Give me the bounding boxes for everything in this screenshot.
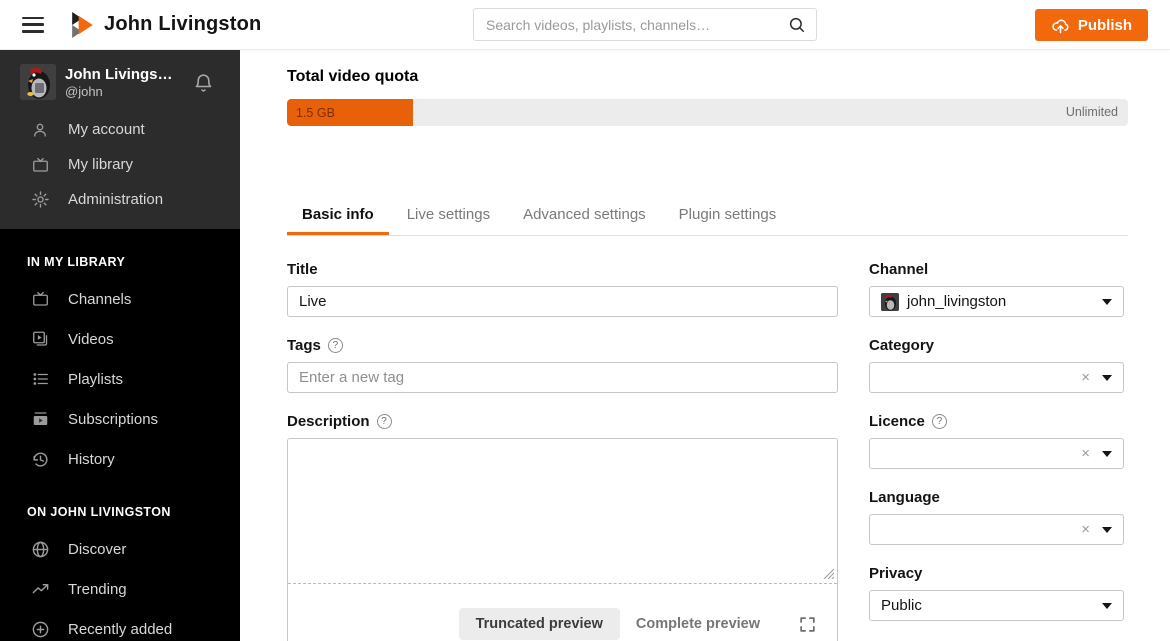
tags-label: Tags ?: [287, 337, 838, 354]
title-label: Title: [287, 261, 318, 278]
description-editor: Truncated preview Complete preview: [287, 438, 838, 641]
trending-icon: [30, 579, 50, 599]
category-label: Category: [869, 337, 935, 354]
history-icon: [30, 449, 50, 469]
preview-bar: Truncated preview Complete preview: [288, 584, 837, 640]
sidebar-item-my-library[interactable]: My library: [0, 147, 240, 182]
sidebar-item-trending[interactable]: Trending: [0, 569, 240, 609]
search-input[interactable]: [474, 16, 788, 33]
category-select[interactable]: ×: [869, 362, 1124, 393]
sidebar-item-my-account[interactable]: My account: [0, 112, 240, 147]
main-content: Total video quota 1.5 GB Unlimited Basic…: [240, 50, 1170, 641]
quota-used-label: 1.5 GB: [296, 105, 335, 120]
quota-title: Total video quota: [287, 68, 419, 85]
avatar[interactable]: [20, 64, 56, 100]
chevron-down-icon: [1102, 298, 1112, 305]
chevron-down-icon: [1102, 450, 1112, 457]
title-input[interactable]: [287, 286, 838, 317]
search-bar: [473, 8, 817, 41]
tv-icon: [30, 155, 50, 175]
sidebar-item-administration[interactable]: Administration: [0, 182, 240, 217]
sidebar-item-history[interactable]: History: [0, 439, 240, 479]
resize-handle[interactable]: [822, 567, 834, 579]
user-handle: @john: [65, 83, 103, 99]
clear-icon[interactable]: ×: [1081, 446, 1090, 461]
complete-preview-button[interactable]: Complete preview: [634, 608, 762, 640]
channel-select[interactable]: john_livingston: [869, 286, 1124, 317]
language-select[interactable]: ×: [869, 514, 1124, 545]
chevron-down-icon: [1102, 526, 1112, 533]
basic-info-form: Title Tags ? Description ?: [287, 261, 1128, 641]
user-display-name: John Livings…: [65, 65, 173, 83]
menu-icon[interactable]: [22, 16, 44, 33]
channel-avatar: [881, 292, 899, 311]
tab-plugin-settings[interactable]: Plugin settings: [664, 200, 792, 235]
section-title: IN MY LIBRARY: [27, 255, 126, 269]
sidebar-item-subscriptions[interactable]: Subscriptions: [0, 399, 240, 439]
chevron-down-icon: [1102, 602, 1112, 609]
user-icon: [30, 120, 50, 140]
sidebar-item-playlists[interactable]: Playlists: [0, 359, 240, 399]
description-label: Description ?: [287, 413, 838, 430]
quota-progress-bar: 1.5 GB Unlimited: [287, 99, 1128, 126]
truncated-preview-button[interactable]: Truncated preview: [458, 608, 620, 640]
search-icon[interactable]: [788, 16, 816, 34]
globe-icon: [30, 539, 50, 559]
upload-icon: [1051, 17, 1070, 34]
channel-value: john_livingston: [907, 293, 1007, 310]
plus-circle-icon: [30, 619, 50, 639]
quota-used-bar: 1.5 GB: [287, 99, 414, 126]
tags-input[interactable]: [287, 362, 838, 393]
subscriptions-icon: [30, 409, 50, 429]
tab-basic-info[interactable]: Basic info: [287, 200, 389, 235]
playlist-icon: [30, 369, 50, 389]
user-block[interactable]: John Livings… @john: [0, 50, 240, 112]
section-title: ON JOHN LIVINGSTON: [27, 505, 171, 519]
chevron-down-icon: [1102, 374, 1112, 381]
help-icon[interactable]: ?: [931, 414, 947, 429]
tab-advanced-settings[interactable]: Advanced settings: [508, 200, 661, 235]
licence-label: Licence ?: [869, 413, 1124, 430]
publish-button[interactable]: Publish: [1034, 9, 1148, 41]
quota-total-label: Unlimited: [1065, 105, 1118, 119]
description-textarea[interactable]: [288, 439, 837, 583]
privacy-label: Privacy: [869, 565, 923, 582]
instance-title[interactable]: John Livingston: [104, 13, 261, 36]
clear-icon[interactable]: ×: [1081, 370, 1090, 385]
sidebar-item-discover[interactable]: Discover: [0, 529, 240, 569]
notifications-icon[interactable]: [193, 72, 214, 94]
tab-live-settings[interactable]: Live settings: [392, 200, 505, 235]
privacy-select[interactable]: Public: [869, 590, 1124, 621]
help-icon[interactable]: ?: [376, 414, 392, 429]
videos-icon: [30, 329, 50, 349]
language-label: Language: [869, 489, 940, 506]
sidebar-section-instance: ON JOHN LIVINGSTON Discover Trending Rec…: [0, 479, 240, 641]
fullscreen-icon[interactable]: [798, 615, 817, 634]
privacy-value: Public: [881, 597, 922, 614]
gear-icon: [30, 190, 50, 210]
top-bar: John Livingston Publish: [0, 0, 1170, 50]
tv-icon: [30, 289, 50, 309]
sidebar-item-channels[interactable]: Channels: [0, 279, 240, 319]
channel-label: Channel: [869, 261, 929, 278]
help-icon[interactable]: ?: [327, 338, 343, 353]
peertube-logo[interactable]: [72, 11, 94, 38]
settings-tabs: Basic info Live settings Advanced settin…: [287, 200, 1128, 236]
sidebar-section-library: IN MY LIBRARY Channels Videos Playlists …: [0, 229, 240, 479]
licence-select[interactable]: ×: [869, 438, 1124, 469]
sidebar-item-recently-added[interactable]: Recently added: [0, 609, 240, 641]
sidebar: John Livings… @john My account My librar…: [0, 50, 240, 641]
sidebar-item-videos[interactable]: Videos: [0, 319, 240, 359]
clear-icon[interactable]: ×: [1081, 522, 1090, 537]
